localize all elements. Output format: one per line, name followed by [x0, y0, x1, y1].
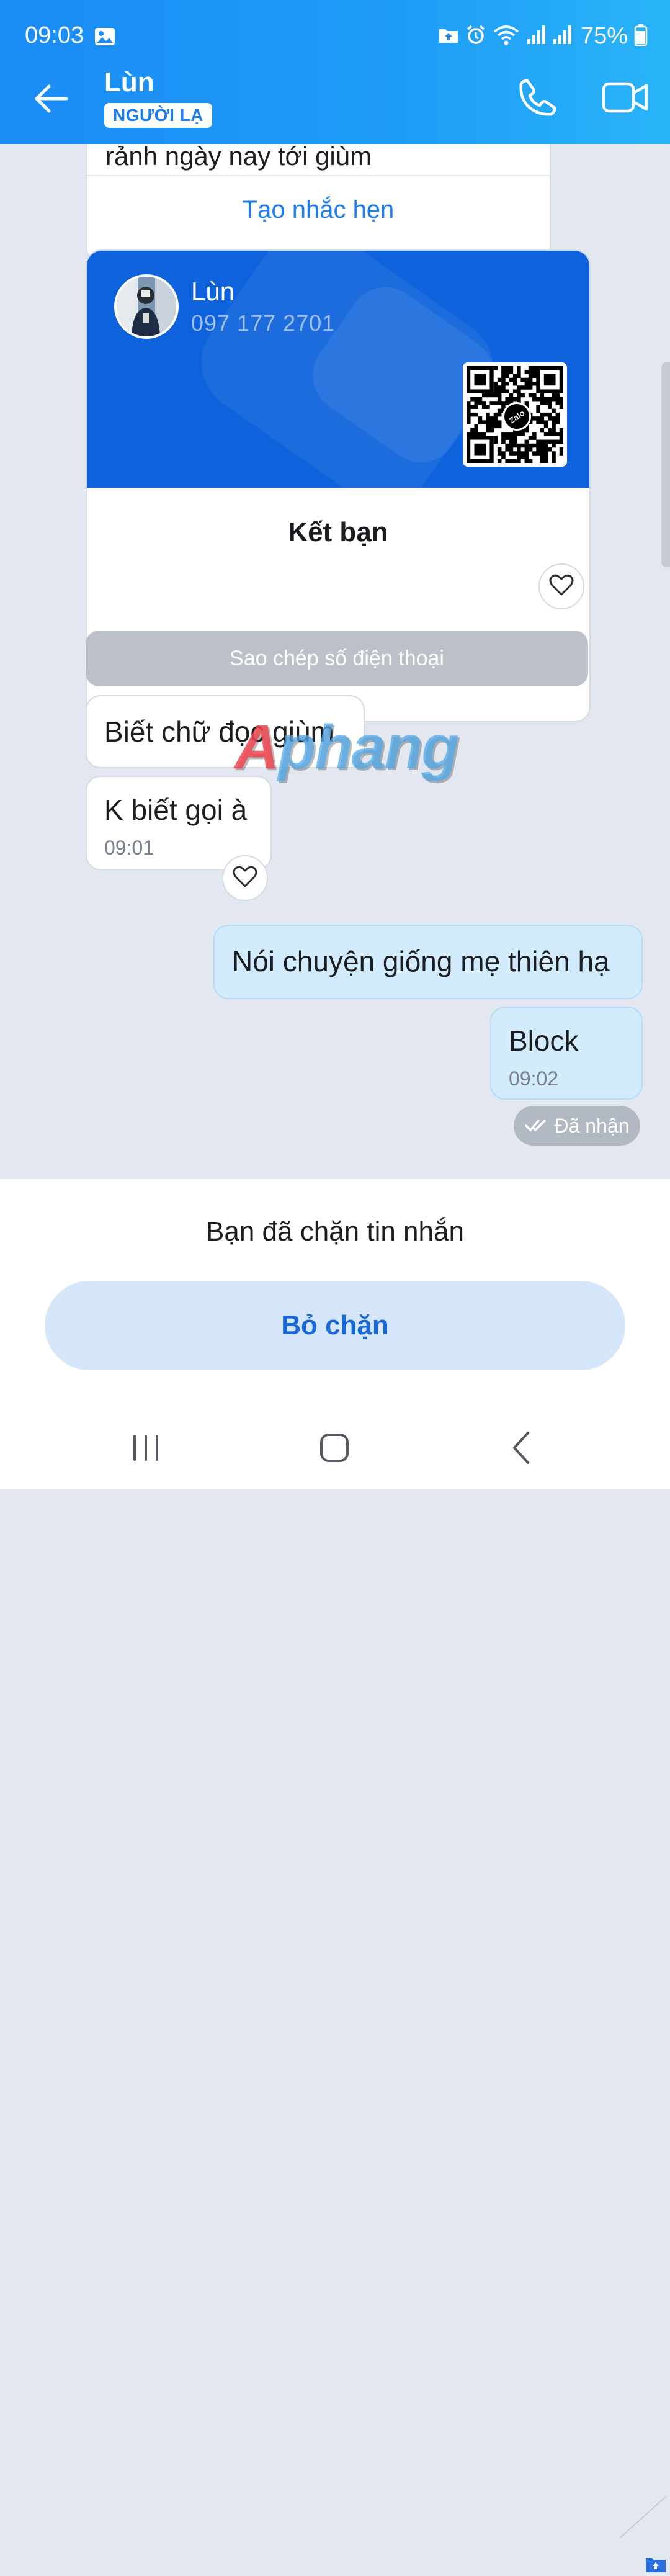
phone-icon: [519, 78, 557, 120]
card-phone-number: 097 177 2701: [191, 310, 336, 336]
status-bar: 09:03 75%: [0, 0, 670, 55]
blocked-panel: Bạn đã chặn tin nhắn Bỏ chặn: [0, 1179, 670, 2572]
double-check-icon: [524, 1115, 548, 1138]
contact-name[interactable]: Lùn: [104, 67, 154, 98]
message-bubble[interactable]: Biết chữ đọc giùm: [86, 695, 365, 768]
message-bubble[interactable]: Nói chuyện giống mẹ thiên hạ: [213, 925, 643, 999]
message-bubble[interactable]: Block 09:02: [490, 1007, 643, 1100]
upload-icon: [438, 25, 459, 47]
back-icon: [509, 1430, 534, 1468]
delivery-status-badge: Đã nhận: [514, 1106, 640, 1146]
status-time: 09:03: [25, 22, 84, 48]
video-call-button[interactable]: [601, 76, 650, 122]
heart-icon: [549, 574, 574, 599]
message-text: Nói chuyện giống mẹ thiên hạ: [232, 945, 610, 977]
back-arrow-icon: [34, 84, 69, 117]
blocked-message: Bạn đã chặn tin nhắn: [206, 1216, 464, 1247]
scrollbar[interactable]: [661, 362, 670, 567]
delivery-status-text: Đã nhận: [554, 1114, 630, 1137]
heart-icon: [233, 866, 257, 891]
avatar[interactable]: [114, 274, 179, 339]
card-contact-name: Lùn: [191, 277, 235, 306]
system-back-button[interactable]: [488, 1421, 556, 1477]
chat-area[interactable]: rảnh ngày nay tới giùm Tạo nhắc hẹn Lùn …: [0, 144, 670, 1179]
reminder-card: rảnh ngày nay tới giùm Tạo nhắc hẹn: [86, 144, 551, 263]
home-button[interactable]: [300, 1421, 368, 1477]
recent-apps-button[interactable]: [112, 1421, 180, 1477]
status-icons: 75%: [438, 22, 648, 50]
back-button[interactable]: [30, 78, 73, 122]
stranger-badge: NGƯỜI LẠ: [104, 103, 212, 128]
react-button[interactable]: [222, 855, 268, 901]
signal-icon: [552, 24, 572, 48]
message-text: K biết gọi à: [104, 794, 248, 826]
create-reminder-button[interactable]: Tạo nhắc hẹn: [87, 176, 550, 243]
battery-percentage: 75%: [580, 22, 628, 49]
unblock-button[interactable]: Bỏ chặn: [45, 1281, 625, 1370]
wifi-icon: [493, 24, 520, 48]
app-header: 09:03 75% Lùn NGƯỜI LẠ: [0, 0, 670, 144]
message-text: Biết chữ đọc giùm: [104, 716, 334, 748]
message-text: Block: [509, 1025, 579, 1057]
message-time: 09:01: [104, 837, 154, 859]
signal-icon: [526, 24, 546, 48]
react-button[interactable]: [538, 563, 584, 609]
upload-folder-icon[interactable]: [645, 2556, 666, 2573]
voice-call-button[interactable]: [515, 76, 561, 122]
add-friend-button[interactable]: Kết bạn: [87, 488, 589, 577]
alarm-icon: [465, 24, 486, 48]
chat-toolbar: Lùn NGƯỜI LẠ: [0, 55, 670, 144]
battery-icon: [634, 24, 648, 49]
copy-phone-button[interactable]: Sao chép số điện thoại: [86, 631, 588, 686]
message-time: 09:02: [509, 1067, 559, 1090]
reminder-text: rảnh ngày nay tới giùm: [105, 144, 372, 171]
recent-apps-icon: [130, 1432, 161, 1466]
home-icon: [319, 1432, 350, 1466]
gallery-icon: [94, 27, 115, 46]
contact-card-header: Lùn 097 177 2701 Zalo: [87, 251, 589, 488]
system-navigation-bar: [0, 1407, 670, 1489]
video-camera-icon: [602, 81, 649, 117]
divider: [620, 2495, 667, 2538]
qr-code[interactable]: Zalo: [463, 362, 567, 467]
